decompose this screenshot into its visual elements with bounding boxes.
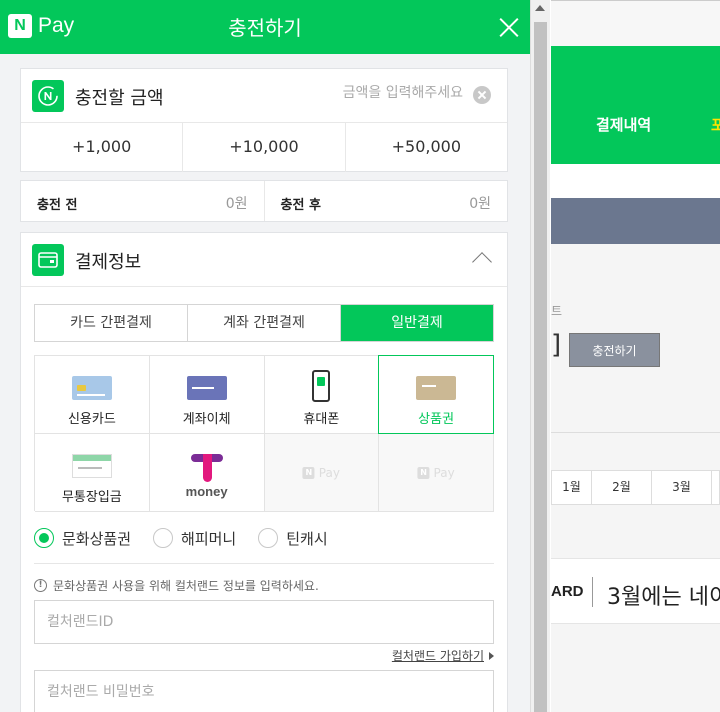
background-charge-button[interactable]: 충전하기 — [569, 333, 660, 367]
scroll-thumb[interactable] — [534, 22, 547, 712]
close-icon[interactable] — [498, 16, 520, 38]
background-green-header — [551, 46, 720, 164]
radio-teencash[interactable]: 틴캐시 — [258, 528, 328, 549]
month-filter: 1월 2월 3월 — [551, 470, 720, 505]
payment-tabs: 카드 간편결제 계좌 간편결제 일반결제 — [34, 304, 494, 342]
background-page: 결제내역 포 트 ] 충전하기 1월 2월 3월 ARD 3월에는 네이 — [551, 0, 720, 712]
naver-pay-circle-icon — [32, 80, 64, 112]
quick-add-1000-button[interactable]: +1,000 — [21, 123, 184, 172]
npay-ghost-logo: N Pay — [417, 466, 455, 480]
balance-section: 충전 전 0원 충전 후 0원 — [20, 180, 508, 222]
balance-before-value: 0원 — [225, 196, 248, 212]
culture-land-id-input[interactable] — [34, 600, 494, 644]
tmoney-t-icon — [189, 452, 225, 482]
clear-icon[interactable] — [473, 86, 491, 104]
tab-general-pay[interactable]: 일반결제 — [341, 305, 493, 341]
balance-unit-partial: ] — [551, 330, 562, 360]
amount-label: 충전할 금액 — [75, 88, 164, 109]
method-label: 휴대폰 — [303, 412, 340, 427]
culture-land-join-link[interactable]: 컬처랜드 가입하기 — [392, 647, 494, 664]
radio-label: 문화상품권 — [62, 529, 132, 548]
naver-n-icon: N — [417, 467, 430, 479]
amount-input-row: 충전할 금액 — [21, 69, 507, 123]
method-label: 상품권 — [418, 412, 455, 427]
balance-after-label: 충전 후 — [280, 198, 321, 213]
quick-add-10000-button[interactable]: +10,000 — [183, 123, 346, 172]
popup-header: N Pay 충전하기 — [0, 0, 530, 54]
month-feb[interactable]: 2월 — [592, 471, 652, 504]
popup-title: 충전하기 — [228, 16, 302, 40]
payment-method-grid: 신용카드 계좌이체 휴대폰 상품권 무통장입금 money N Pay N Pa… — [34, 355, 494, 512]
background-subnav — [551, 164, 720, 198]
mobile-phone-icon — [312, 370, 331, 402]
notice-text: 문화상품권 사용을 위해 컬처랜드 정보를 입력하세요. — [53, 579, 319, 593]
ghost-label: Pay — [318, 466, 340, 480]
quick-amount-row: +1,000 +10,000 +50,000 — [21, 123, 507, 172]
method-disabled-slot: N Pay — [264, 434, 380, 512]
balance-before-label: 충전 전 — [37, 198, 78, 213]
bank-deposit-icon — [71, 454, 112, 478]
method-label: 무통장입금 — [61, 490, 122, 505]
chevron-up-icon[interactable] — [472, 252, 492, 272]
banner-brand: ARD — [551, 583, 584, 600]
radio-culture-gift[interactable]: 문화상품권 — [34, 528, 131, 549]
tab-account-easy-pay[interactable]: 계좌 간편결제 — [188, 305, 341, 341]
banner-text: 3월에는 네이 — [607, 585, 720, 610]
culture-land-password-input[interactable] — [34, 670, 494, 712]
section-divider — [34, 563, 494, 564]
radio-unchecked-icon — [258, 528, 279, 548]
background-divider — [551, 432, 720, 433]
payment-header[interactable]: 결제정보 — [21, 233, 507, 287]
radio-label: 틴캐시 — [286, 529, 328, 548]
radio-happy-money[interactable]: 해피머니 — [153, 528, 236, 549]
method-credit-card[interactable]: 신용카드 — [35, 356, 150, 434]
nav-point-partial[interactable]: 포 — [711, 114, 720, 135]
point-label-partial: 트 — [551, 304, 563, 318]
scroll-up-arrow-icon[interactable] — [535, 5, 545, 11]
quick-add-50000-button[interactable]: +50,000 — [346, 123, 507, 172]
tmoney-text: money — [185, 484, 228, 499]
charge-popup: N Pay 충전하기 충전할 금액 +1,000 +10,000 +50,000 — [0, 0, 530, 712]
credit-card-icon — [71, 376, 112, 400]
popup-scrollbar[interactable] — [530, 0, 550, 712]
promo-banner[interactable]: ARD 3월에는 네이 — [551, 558, 720, 624]
gift-card-icon — [416, 376, 457, 400]
balance-before: 충전 전 0원 — [21, 181, 265, 221]
method-disabled-slot: N Pay — [379, 434, 494, 512]
method-tmoney[interactable]: money — [149, 434, 265, 512]
payment-title: 결제정보 — [75, 252, 142, 273]
naver-n-icon: N — [302, 467, 315, 479]
month-jan[interactable]: 1월 — [552, 471, 592, 504]
nav-payment-history[interactable]: 결제내역 — [596, 114, 651, 135]
radio-label: 해피머니 — [181, 529, 237, 548]
method-label: 신용카드 — [67, 412, 116, 427]
amount-section: 충전할 금액 +1,000 +10,000 +50,000 — [20, 68, 508, 172]
bank-card-icon — [186, 376, 227, 400]
payment-section: 결제정보 카드 간편결제 계좌 간편결제 일반결제 신용카드 계좌이체 휴대폰 — [20, 232, 508, 712]
method-bank-transfer[interactable]: 계좌이체 — [149, 356, 265, 434]
arrow-right-icon — [489, 651, 494, 660]
radio-checked-icon — [34, 528, 54, 548]
method-gift-card[interactable]: 상품권 — [378, 355, 494, 434]
method-bank-deposit[interactable]: 무통장입금 — [35, 434, 150, 512]
npay-ghost-logo: N Pay — [302, 466, 340, 480]
amount-input[interactable] — [263, 85, 463, 101]
method-label: 계좌이체 — [182, 412, 231, 427]
balance-after: 충전 후 0원 — [265, 181, 508, 221]
method-mobile[interactable]: 휴대폰 — [264, 356, 380, 434]
culture-land-notice: ! 문화상품권 사용을 위해 컬처랜드 정보를 입력하세요. — [34, 577, 319, 594]
join-link-text: 컬처랜드 가입하기 — [391, 649, 484, 663]
balance-after-value: 0원 — [469, 196, 491, 212]
background-slate-band — [551, 198, 720, 244]
ghost-label: Pay — [433, 466, 455, 480]
background-top-bar — [551, 0, 720, 46]
month-mar[interactable]: 3월 — [652, 471, 712, 504]
gift-card-type-radios: 문화상품권 해피머니 틴캐시 — [34, 523, 350, 553]
tab-card-easy-pay[interactable]: 카드 간편결제 — [35, 305, 188, 341]
tmoney-logo: money — [150, 452, 264, 499]
radio-unchecked-icon — [153, 528, 174, 548]
wallet-icon — [32, 244, 64, 276]
banner-separator — [592, 577, 593, 607]
info-icon: ! — [34, 579, 47, 592]
